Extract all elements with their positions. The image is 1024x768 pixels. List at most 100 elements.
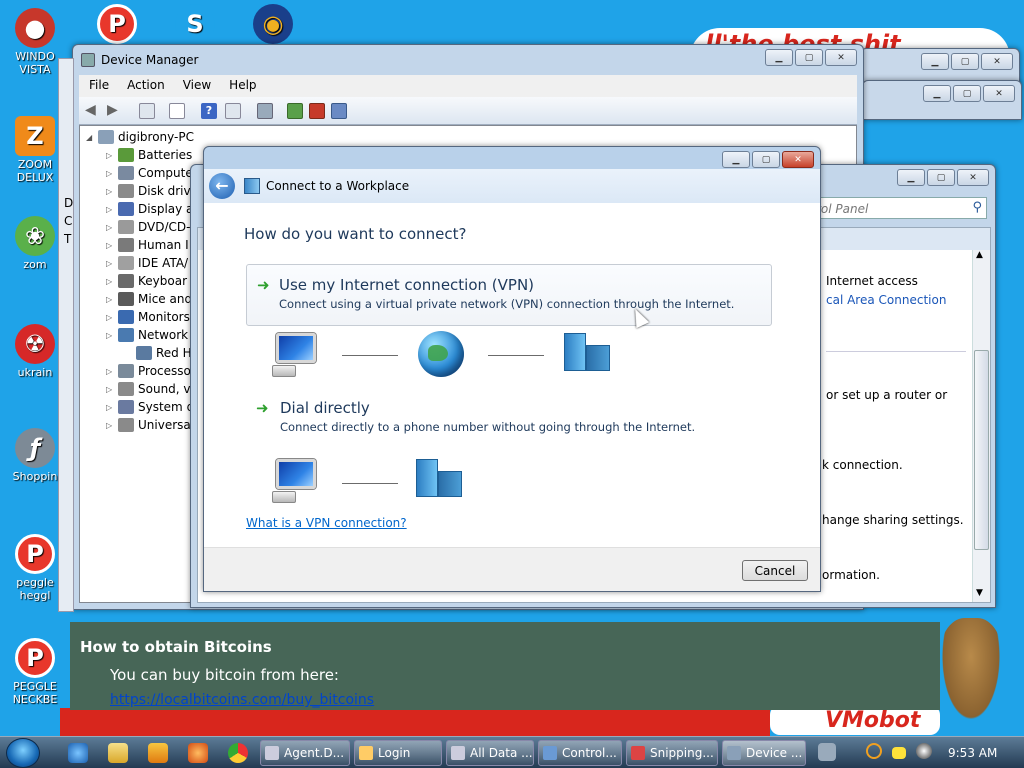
properties-grid-icon[interactable] [139, 103, 155, 119]
tree-item[interactable]: ▷ Sound, v [106, 380, 191, 398]
notes-tray-icon[interactable] [892, 747, 906, 759]
vpn-help-link[interactable]: What is a VPN connection? [246, 516, 407, 530]
uninstall-icon[interactable] [309, 103, 325, 119]
menu-file[interactable]: File [79, 75, 117, 97]
desktop-icon-zoom[interactable]: Z ZOOM DELUX [4, 116, 66, 184]
back-icon[interactable]: ◀ [85, 103, 101, 119]
background-window-2[interactable]: ▁ ▢ ✕ [862, 80, 1022, 120]
view-icon[interactable] [225, 103, 241, 119]
minimize-icon[interactable]: ▁ [765, 49, 793, 66]
menu-view[interactable]: View [173, 75, 219, 97]
expand-arrow-icon[interactable]: ▷ [106, 169, 116, 178]
start-button[interactable] [6, 738, 40, 768]
chrome-icon[interactable] [228, 743, 248, 763]
forward-icon[interactable]: ▶ [107, 103, 123, 119]
tree-item[interactable]: ▷ Batteries [106, 146, 192, 164]
task-agent[interactable]: Agent.D... [260, 740, 350, 766]
enable-device-icon[interactable] [331, 103, 347, 119]
desktop-icon-globe[interactable]: ◉ [242, 4, 304, 46]
maximize-icon[interactable]: ▢ [927, 169, 955, 186]
update-driver-icon[interactable] [287, 103, 303, 119]
menu-help[interactable]: Help [219, 75, 264, 97]
back-arrow-icon[interactable]: ← [209, 173, 235, 199]
expand-arrow-icon[interactable]: ▷ [106, 241, 116, 250]
tree-item[interactable]: ▷ Mice and [106, 290, 192, 308]
expand-arrow-icon[interactable]: ▷ [106, 367, 116, 376]
expand-arrow-icon[interactable]: ▷ [106, 313, 116, 322]
tree-item[interactable]: ▷ Human I [106, 236, 189, 254]
tree-item[interactable]: ▷ DVD/CD- [106, 218, 190, 236]
expand-arrow-icon[interactable]: ▷ [106, 223, 116, 232]
expand-arrow-icon[interactable]: ▷ [106, 205, 116, 214]
minimize-icon[interactable]: ▁ [722, 151, 750, 168]
maximize-icon[interactable]: ▢ [951, 53, 979, 70]
tree-item[interactable]: ▷ System d [106, 398, 194, 416]
desktop-icon-skype[interactable]: S [164, 4, 226, 46]
expand-arrow-icon[interactable]: ▷ [106, 187, 116, 196]
search-tray-icon[interactable] [866, 743, 882, 759]
internet-explorer-icon[interactable] [68, 743, 88, 763]
media-player-icon[interactable] [148, 743, 168, 763]
maximize-icon[interactable]: ▢ [953, 85, 981, 102]
scroll-up-icon[interactable]: ▲ [976, 250, 983, 260]
tree-root[interactable]: ◢ digibrony-PC [86, 128, 194, 146]
menu-action[interactable]: Action [117, 75, 173, 97]
scrollbar-thumb[interactable] [974, 350, 989, 550]
minimize-icon[interactable]: ▁ [923, 85, 951, 102]
task-snipping[interactable]: Snipping... [626, 740, 718, 766]
tree-item[interactable]: ▷ Compute [106, 164, 193, 182]
close-icon[interactable]: ✕ [782, 151, 814, 168]
clock[interactable]: 9:53 AM [948, 746, 997, 760]
control-panel-search-box[interactable]: rol Panel ⚲ [811, 197, 987, 219]
expand-arrow-icon[interactable]: ▷ [106, 421, 116, 430]
close-icon[interactable]: ✕ [825, 49, 857, 66]
tree-item[interactable]: ▷ Display a [106, 200, 193, 218]
paint-app-icon[interactable] [188, 743, 208, 763]
file-explorer-icon[interactable] [108, 743, 128, 763]
expand-arrow-icon[interactable]: ▷ [106, 295, 116, 304]
minimize-icon[interactable]: ▁ [897, 169, 925, 186]
expand-arrow-icon[interactable]: ▷ [106, 385, 116, 394]
device-manager-titlebar[interactable]: Device Manager ▁ ▢ ✕ [73, 45, 863, 75]
help-icon[interactable]: ? [201, 103, 217, 119]
tree-item[interactable]: ▷ Universal [106, 416, 194, 434]
close-icon[interactable]: ✕ [983, 85, 1015, 102]
control-panel-search-input[interactable]: rol Panel [816, 202, 868, 216]
dial-option-button[interactable]: ➜ Dial directly Connect directly to a ph… [246, 399, 772, 445]
minimize-icon[interactable]: ▁ [921, 53, 949, 70]
task-control-panel[interactable]: Control... [538, 740, 622, 766]
expand-arrow-icon[interactable]: ▷ [106, 277, 116, 286]
collapse-arrow-icon[interactable]: ◢ [86, 133, 96, 142]
task-all-data[interactable]: All Data ... [446, 740, 534, 766]
desktop-icon-peggle-top[interactable]: P [86, 4, 148, 46]
tree-item[interactable]: ▷ IDE ATA/ [106, 254, 188, 272]
tree-item[interactable]: ▷ Processo [106, 362, 191, 380]
cancel-button[interactable]: Cancel [742, 560, 808, 581]
scan-hardware-icon[interactable] [257, 103, 273, 119]
close-icon[interactable]: ✕ [981, 53, 1013, 70]
tree-item[interactable]: ▷ Monitors [106, 308, 190, 326]
volume-tray-icon[interactable] [916, 743, 932, 759]
network-tray-icon[interactable] [818, 743, 836, 761]
search-icon[interactable]: ⚲ [972, 200, 982, 215]
desktop-icon-peggle-neckbeard[interactable]: P PEGGLE NECKBE [4, 638, 66, 706]
maximize-icon[interactable]: ▢ [795, 49, 823, 66]
desktop-icon-shopping[interactable]: ƒ Shoppin [4, 428, 66, 483]
control-panel-scrollbar[interactable]: ▲ ▼ [972, 250, 990, 602]
desktop-icon-zombie[interactable]: ❀ zom [4, 216, 66, 271]
close-icon[interactable]: ✕ [957, 169, 989, 186]
desktop-icon-windows-vista[interactable]: ● WINDO VISTA [4, 8, 66, 76]
expand-arrow-icon[interactable]: ▷ [106, 151, 116, 160]
document-icon[interactable] [169, 103, 185, 119]
scroll-down-icon[interactable]: ▼ [976, 588, 983, 598]
desktop-icon-ukraine[interactable]: ☢ ukrain [4, 324, 66, 379]
tree-item[interactable]: ▷ Keyboar [106, 272, 187, 290]
expand-arrow-icon[interactable]: ▷ [106, 331, 116, 340]
control-panel-link[interactable]: cal Area Connection [826, 293, 946, 307]
vpn-option-button[interactable]: ➜ Use my Internet connection (VPN) Conne… [246, 264, 772, 326]
expand-arrow-icon[interactable]: ▷ [106, 403, 116, 412]
connect-workplace-dialog[interactable]: ▁ ▢ ✕ ← Connect to a Workplace How do yo… [203, 146, 821, 592]
tree-item[interactable]: Red H [124, 344, 192, 362]
expand-arrow-icon[interactable]: ▷ [106, 259, 116, 268]
task-device-manager[interactable]: Device ... [722, 740, 806, 766]
